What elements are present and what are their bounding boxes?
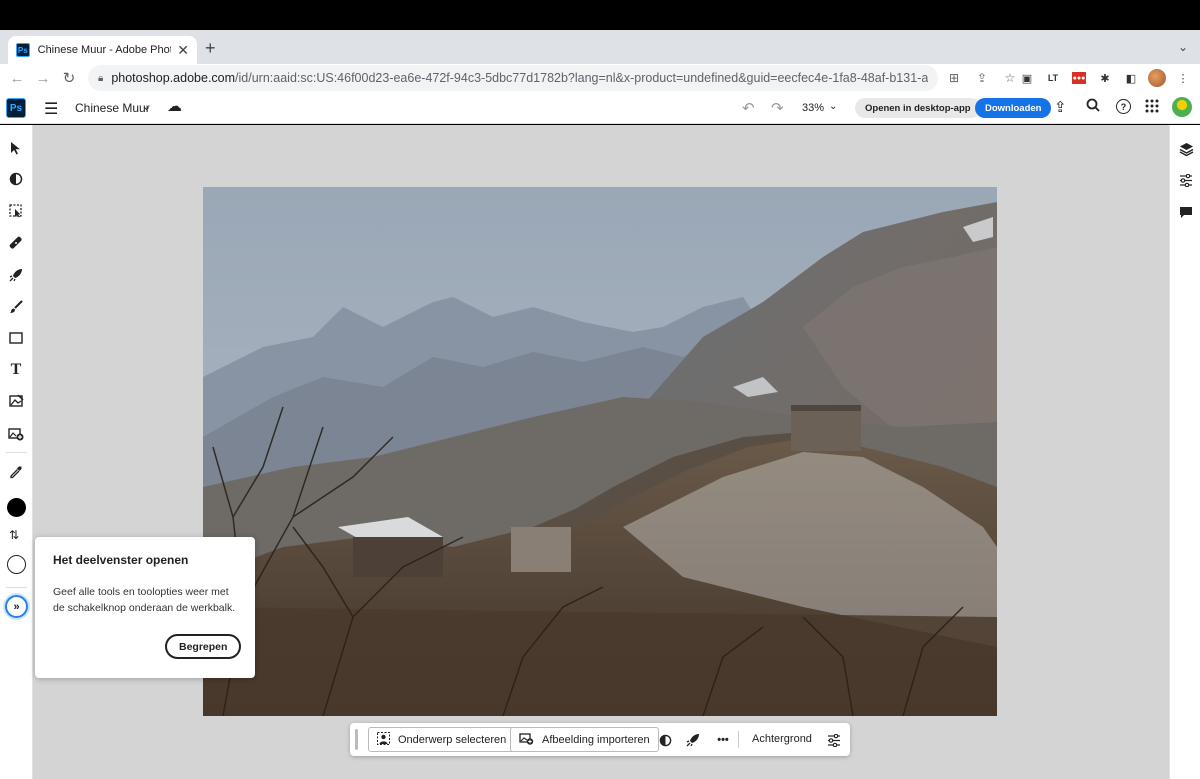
user-avatar[interactable] [1172, 97, 1192, 117]
undo-icon[interactable]: ↶ [742, 99, 755, 117]
photoshop-favicon-icon: Ps [16, 43, 30, 57]
document-title[interactable]: Chinese Muur [75, 101, 150, 115]
adjustments-icon[interactable] [656, 731, 674, 749]
browser-tab[interactable]: Ps Chinese Muur - Adobe Photosh ✕ [8, 36, 197, 64]
coachmark-popover: Het deelvenster openen Geef alle tools e… [35, 537, 255, 678]
open-in-desktop-button[interactable]: Openen in desktop-app [855, 98, 981, 118]
select-subject-icon [377, 731, 390, 748]
tab-search-chevron-icon[interactable]: ⌄ [1178, 40, 1188, 54]
browser-toolbar: ← → ↻ 🔒︎ photoshop.adobe.com /id/urn:aai… [0, 64, 1200, 92]
properties-sliders-icon[interactable] [1176, 170, 1196, 190]
translate-icon[interactable]: ⊞ [940, 68, 968, 88]
layers-icon[interactable] [1176, 139, 1196, 159]
tools-toolbar: T ⇅ » [0, 125, 33, 779]
type-tool-icon[interactable]: T [6, 360, 26, 380]
zoom-chevron-down-icon[interactable]: ⌄ [829, 101, 837, 112]
layer-name[interactable]: Achtergrond [752, 733, 812, 745]
layer-properties-sliders-icon[interactable] [825, 731, 843, 749]
screen-top-bar [0, 0, 1200, 30]
help-icon[interactable]: ? [1116, 99, 1131, 114]
toolbar-divider [6, 587, 27, 588]
document-image[interactable] [203, 187, 997, 716]
app-header: Ps ☰ Chinese Muur ⌄ ☁ ↶ ↷ 33% ⌄ Openen i… [0, 92, 1200, 124]
languagetool-extension-icon[interactable]: LT [1040, 68, 1066, 88]
coachmark-title: Het deelvenster openen [53, 553, 189, 567]
quick-actions-icon[interactable] [684, 731, 702, 749]
browser-profile-avatar[interactable] [1148, 69, 1166, 87]
eyedropper-tool-icon[interactable] [6, 462, 26, 482]
place-image-tool-icon[interactable] [6, 391, 26, 411]
brush-tool-icon[interactable] [6, 297, 26, 317]
browser-tab-strip: Ps Chinese Muur - Adobe Photosh ✕ + ⌄ [0, 30, 1200, 64]
download-button[interactable]: Downloaden [975, 98, 1052, 118]
address-bar[interactable]: 🔒︎ photoshop.adobe.com /id/urn:aaid:sc:U… [88, 65, 938, 91]
adjustments-tool-icon[interactable] [6, 169, 26, 189]
import-image-label: Afbeelding importeren [542, 733, 650, 746]
reload-icon[interactable]: ↻ [56, 69, 82, 87]
canvas-area[interactable] [33, 125, 1169, 779]
new-tab-icon[interactable]: + [205, 38, 216, 59]
zoom-level[interactable]: 33% [802, 102, 824, 114]
got-it-button[interactable]: Begrepen [165, 634, 242, 659]
apps-grid-icon[interactable] [1145, 99, 1159, 116]
right-panel [1169, 125, 1200, 779]
object-selection-tool-icon[interactable] [6, 201, 26, 221]
photoshop-logo-icon[interactable]: Ps [6, 98, 26, 118]
select-subject-button[interactable]: Onderwerp selecteren [368, 727, 516, 752]
extensions-puzzle-icon[interactable]: ✱ [1092, 68, 1118, 88]
side-panel-icon[interactable]: ◧ [1118, 68, 1144, 88]
import-image-button[interactable]: Afbeelding importeren [510, 727, 659, 752]
url-host: photoshop.adobe.com [111, 71, 236, 85]
taskbar-divider [738, 731, 739, 748]
hamburger-menu-icon[interactable]: ☰ [44, 99, 58, 119]
contextual-taskbar: Onderwerp selecteren Afbeelding importer… [350, 723, 850, 756]
search-icon[interactable] [1086, 98, 1100, 115]
redo-icon[interactable]: ↷ [771, 99, 784, 117]
swap-colors-icon[interactable]: ⇅ [9, 528, 19, 542]
add-image-icon [519, 732, 534, 748]
share-page-icon[interactable]: ⇪ [968, 68, 996, 88]
red-extension-icon[interactable]: ●●● [1072, 72, 1086, 84]
foreground-color-swatch[interactable] [7, 498, 26, 517]
quick-actions-tool-icon[interactable] [6, 265, 26, 285]
close-tab-icon[interactable]: ✕ [177, 42, 189, 59]
shape-tool-icon[interactable] [6, 328, 26, 348]
more-options-icon[interactable]: ••• [712, 731, 734, 749]
forward-arrow-icon[interactable]: → [30, 70, 56, 87]
lock-icon: 🔒︎ [98, 72, 104, 84]
cloud-icon[interactable]: ☁ [167, 97, 182, 115]
select-tool-icon[interactable] [6, 138, 26, 158]
picture-in-picture-icon[interactable]: ▣ [1014, 68, 1040, 88]
toolbar-divider [6, 452, 27, 453]
expand-panel-button[interactable]: » [5, 595, 28, 618]
background-color-swatch[interactable] [7, 555, 26, 574]
tab-title: Chinese Muur - Adobe Photosh [37, 44, 172, 56]
chevron-down-icon[interactable]: ⌄ [142, 100, 151, 113]
healing-brush-tool-icon[interactable] [6, 233, 26, 253]
back-arrow-icon[interactable]: ← [4, 70, 30, 87]
comments-icon[interactable] [1176, 202, 1196, 222]
coachmark-body: Geef alle tools en toolopties weer met d… [53, 586, 236, 614]
browser-menu-icon[interactable]: ⋮ [1170, 68, 1196, 88]
taskbar-drag-handle[interactable] [355, 729, 358, 750]
select-subject-label: Onderwerp selecteren [398, 733, 507, 746]
url-path: /id/urn:aaid:sc:US:46f00d23-ea6e-472f-94… [235, 71, 928, 85]
share-icon[interactable]: ⇪ [1054, 98, 1067, 116]
add-image-tool-icon[interactable] [6, 423, 26, 443]
